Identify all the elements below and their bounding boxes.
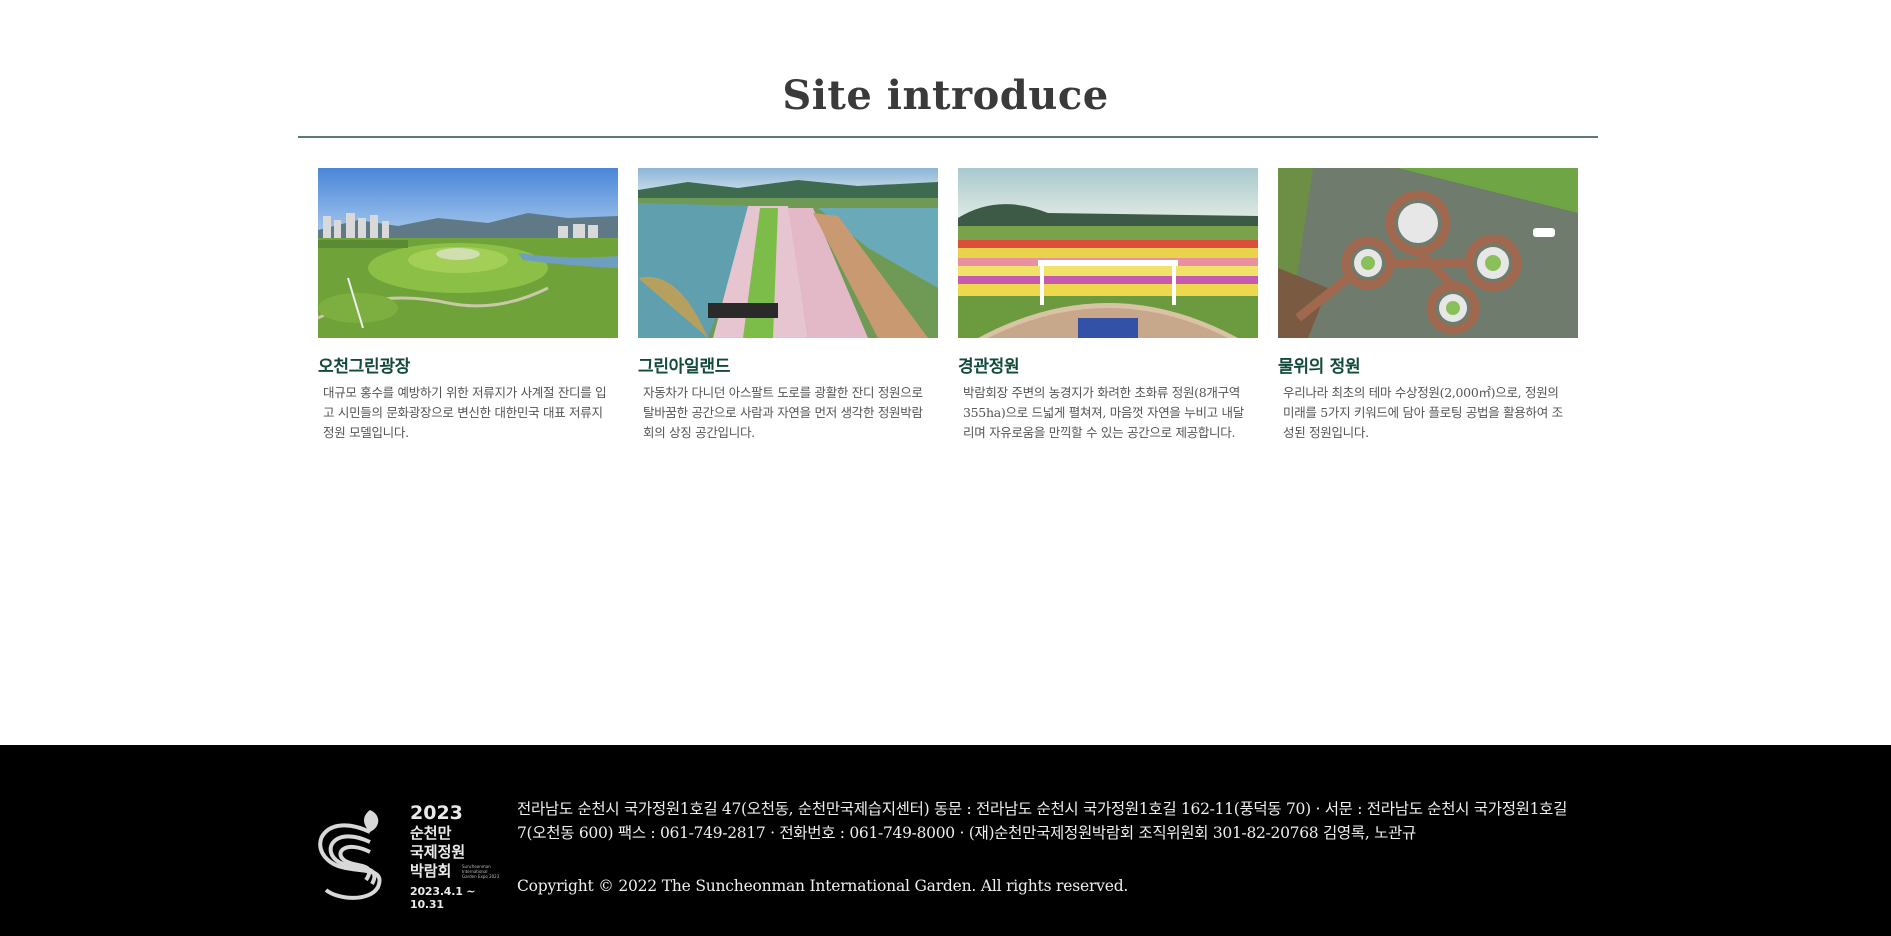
site-card-description: 박람회장 주변의 농경지가 화려한 초화류 정원(8개구역 355ha)으로 드…: [963, 385, 1244, 440]
logo-name-line1: 순천만: [410, 824, 452, 842]
section-title: Site introduce: [782, 72, 1109, 119]
site-card-image[interactable]: [958, 168, 1258, 338]
site-card-description: 우리나라 최초의 테마 수상정원(2,000㎡)으로, 정원의 미래를 5가지 …: [1283, 385, 1563, 440]
expo-logo-mark-icon: [318, 810, 382, 900]
site-card-title[interactable]: 경관정원: [958, 352, 1258, 377]
footer-copyright: Copyright © 2022 The Suncheonman Interna…: [517, 877, 1129, 895]
site-card-water-garden[interactable]: 물위의 정원 우리나라 최초의 테마 수상정원(2,000㎡)으로, 정원의 미…: [1278, 168, 1578, 443]
site-card-image[interactable]: [1278, 168, 1578, 338]
site-card-description: 자동차가 다니던 아스팔트 도로를 광활한 잔디 정원으로 탈바꿈한 공간으로 …: [643, 385, 923, 440]
footer-address: 전라남도 순천시 국가정원1호길 47(오천동, 순천만국제습지센터) 동문 :…: [517, 800, 1568, 842]
site-card-ocheon-green-plaza[interactable]: 오천그린광장 대규모 홍수를 예방하기 위한 저류지가 사계절 잔디를 입고 시…: [318, 168, 618, 443]
logo-name-line2: 국제정원: [410, 843, 466, 861]
site-card-image[interactable]: [318, 168, 618, 338]
title-divider: [298, 136, 1598, 138]
main-content: Site introduce 오천그린광장 대규모 홍수를 예방하기 위한 저류…: [0, 0, 1891, 745]
logo-english: Suncheonman International Garden Expo 20…: [462, 864, 500, 879]
logo-dates: 2023.4.1 ~ 10.31: [410, 885, 476, 911]
site-card-title[interactable]: 물위의 정원: [1278, 352, 1578, 377]
site-card-title[interactable]: 오천그린광장: [318, 352, 618, 377]
site-card-description: 대규모 홍수를 예방하기 위한 저류지가 사계절 잔디를 입고 시민들의 문화광…: [323, 385, 607, 440]
expo-logo-text: 2023 순천만 국제정원 박람회 2023.4.1 ~ 10.31 Sunch…: [410, 802, 500, 911]
site-card-image[interactable]: [638, 168, 938, 338]
site-footer: 2023 순천만 국제정원 박람회 2023.4.1 ~ 10.31 Sunch…: [0, 745, 1891, 936]
logo-year: 2023: [410, 802, 463, 824]
expo-logo[interactable]: 2023 순천만 국제정원 박람회 2023.4.1 ~ 10.31 Sunch…: [308, 802, 500, 911]
site-cards: 오천그린광장 대규모 홍수를 예방하기 위한 저류지가 사계절 잔디를 입고 시…: [318, 168, 1578, 468]
site-card-green-island[interactable]: 그린아일랜드 자동차가 다니던 아스팔트 도로를 광활한 잔디 정원으로 탈바꿈…: [638, 168, 938, 443]
site-card-landscape-garden[interactable]: 경관정원 박람회장 주변의 농경지가 화려한 초화류 정원(8개구역 355ha…: [958, 168, 1258, 443]
site-card-title[interactable]: 그린아일랜드: [638, 352, 938, 377]
